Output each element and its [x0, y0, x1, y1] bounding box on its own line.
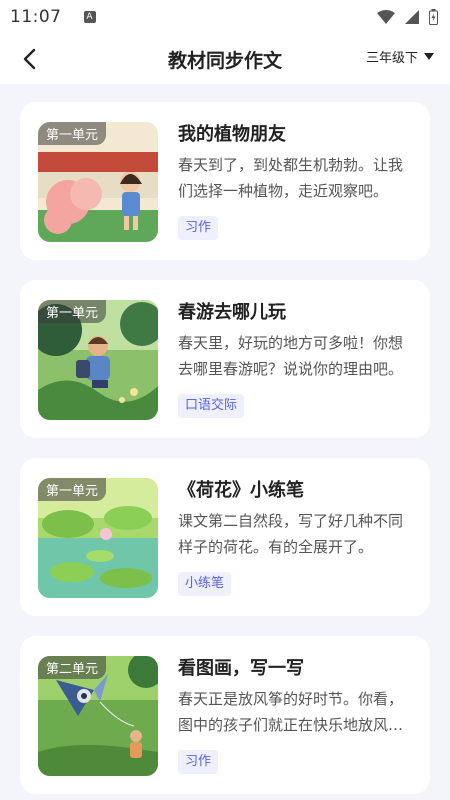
card-title: 《荷花》小练笔 — [178, 480, 304, 501]
card-title: 看图画，写一写 — [178, 658, 304, 679]
card-thumbnail: 第二单元 — [38, 656, 158, 776]
battery-icon — [429, 9, 438, 25]
category-tag: 小练笔 — [178, 572, 232, 596]
card-description: 春天正是放风筝的好时节。你看，图中的孩子们就正在快乐地放风筝。 — [178, 690, 404, 734]
caret-down-icon — [424, 53, 434, 60]
grade-label: 三年级下 — [365, 51, 418, 66]
card-description: 课文第二自然段，写了好几种不同样子的荷花。有的全展开了。 — [178, 512, 404, 556]
unit-badge: 第一单元 — [38, 300, 107, 323]
card-description: 春天到了，到处都生机勃勃。让我们选择一种植物，走近观察吧。 — [178, 156, 404, 200]
card-thumbnail: 第一单元 — [38, 122, 158, 242]
wifi-icon — [377, 10, 395, 24]
composition-card[interactable]: 第一单元 《荷花》小练笔 课文第二自然段，写了好几种不同样子的荷花。有的全展开了… — [20, 458, 430, 616]
category-tag: 口语交际 — [178, 394, 245, 418]
card-thumbnail: 第一单元 — [38, 300, 158, 420]
composition-list: 第一单元 我的植物朋友 春天到了，到处都生机勃勃。让我们选择一种植物，走近观察吧… — [0, 84, 450, 800]
signal-icon — [405, 10, 419, 24]
composition-card[interactable]: 第一单元 我的植物朋友 春天到了，到处都生机勃勃。让我们选择一种植物，走近观察吧… — [20, 102, 430, 260]
composition-card[interactable]: 第一单元 春游去哪儿玩 春天里，好玩的地方可多啦！你想去哪里春游呢？说说你的理由… — [20, 280, 430, 438]
card-description: 春天里，好玩的地方可多啦！你想去哪里春游呢？说说你的理由吧。 — [178, 334, 404, 378]
category-tag: 习作 — [178, 216, 219, 240]
app-header: 教材同步作文 三年级下 — [0, 34, 450, 84]
grade-selector[interactable]: 三年级下 — [366, 47, 434, 66]
card-thumbnail: 第一单元 — [38, 478, 158, 598]
status-bar: 11:07 A — [0, 0, 450, 34]
unit-badge: 第一单元 — [38, 478, 107, 501]
status-icons — [377, 9, 438, 25]
category-tag: 习作 — [178, 750, 219, 774]
unit-badge: 第一单元 — [38, 122, 107, 145]
chevron-left-icon — [23, 48, 36, 70]
notification-icon: A — [83, 11, 96, 23]
status-time: 11:07 — [10, 7, 62, 27]
back-button[interactable] — [12, 42, 46, 76]
card-title: 春游去哪儿玩 — [178, 302, 286, 323]
card-title: 我的植物朋友 — [178, 124, 286, 145]
unit-badge: 第二单元 — [38, 656, 107, 679]
composition-card[interactable]: 第二单元 看图画，写一写 春天正是放风筝的好时节。你看，图中的孩子们就正在快乐地… — [20, 636, 430, 794]
